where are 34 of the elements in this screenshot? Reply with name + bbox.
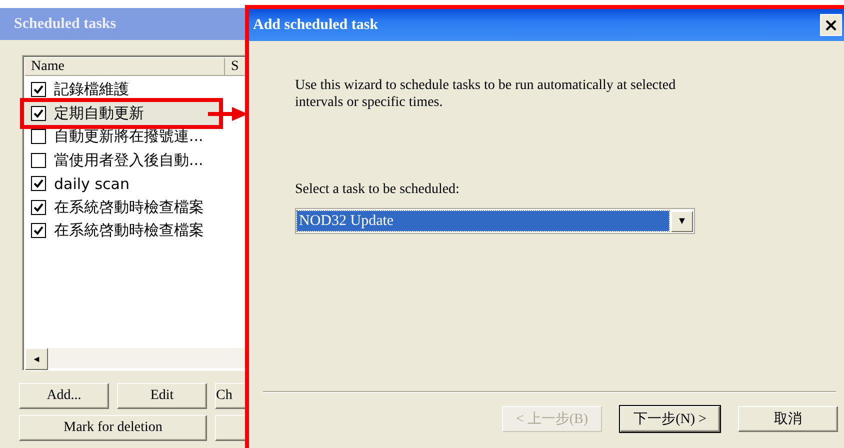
highlighted-task[interactable]: 定期自動更新 bbox=[24, 102, 219, 125]
checkbox[interactable] bbox=[31, 129, 46, 144]
task-name: 在系統啓動時檢查檔案 bbox=[54, 221, 204, 240]
task-row[interactable]: 記錄檔維護 bbox=[31, 78, 139, 102]
task-button[interactable]: Add... bbox=[19, 383, 109, 409]
task-name: 在系統啓動時檢查檔案 bbox=[54, 198, 204, 217]
task-name: 自動更新將在撥號連... bbox=[54, 127, 204, 146]
close-button[interactable]: × bbox=[820, 14, 842, 36]
checkbox[interactable] bbox=[31, 176, 46, 192]
scroll-left-button[interactable]: ◄ bbox=[25, 348, 48, 370]
pointer-arrow bbox=[208, 106, 248, 122]
task-button[interactable]: Mark for deletion bbox=[19, 415, 207, 441]
checkbox[interactable] bbox=[31, 106, 46, 121]
task-row[interactable]: daily scan bbox=[31, 172, 140, 196]
task-name: 當使用者登入後自動... bbox=[54, 150, 204, 170]
task-row[interactable]: 當使用者登入後自動... bbox=[31, 148, 214, 172]
task-row[interactable]: 在系統啓動時檢查檔案 bbox=[31, 196, 214, 219]
dialog-title: Add scheduled task bbox=[253, 16, 378, 34]
task-name: 記錄檔維護 bbox=[54, 80, 129, 100]
task-button[interactable]: Edit bbox=[117, 383, 207, 409]
task-name: 定期自動更新 bbox=[54, 104, 144, 123]
wizard-button[interactable]: 下一步(N) > bbox=[620, 406, 720, 432]
task-name: daily scan bbox=[54, 174, 130, 193]
wizard-button[interactable]: 取消 bbox=[738, 406, 838, 432]
task-dropdown[interactable]: NOD32 Update ▼ bbox=[295, 208, 695, 234]
checkbox[interactable] bbox=[31, 223, 46, 238]
task-row[interactable]: 自動更新將在撥號連... bbox=[31, 125, 214, 148]
checkbox[interactable] bbox=[31, 200, 46, 215]
intro-text: Use this wizard to schedule tasks to be run automatically at selected intervals or specific times. bbox=[295, 77, 677, 111]
column-header[interactable]: Name bbox=[25, 58, 226, 76]
select-label: Select a task to be scheduled: bbox=[295, 182, 460, 198]
task-row[interactable]: 在系統啓動時檢查檔案 bbox=[31, 219, 214, 242]
checkbox[interactable] bbox=[31, 82, 46, 98]
checkbox[interactable] bbox=[31, 152, 46, 168]
